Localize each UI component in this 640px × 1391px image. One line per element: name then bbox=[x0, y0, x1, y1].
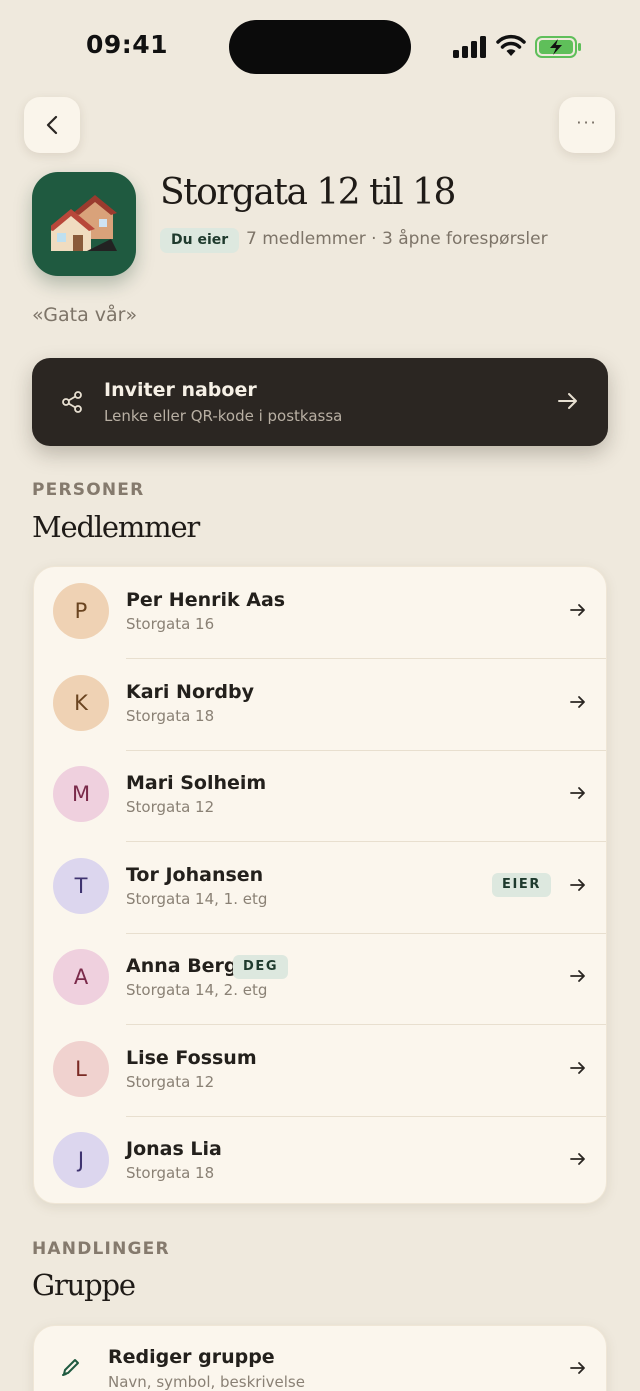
share-icon bbox=[62, 391, 82, 413]
members-title: Medlemmer bbox=[32, 510, 200, 544]
member-address: Storgata 12 bbox=[126, 798, 215, 816]
invite-title: Inviter naboer bbox=[104, 379, 257, 401]
arrow-right-icon bbox=[570, 1362, 585, 1374]
status-time: 09:41 bbox=[86, 30, 169, 59]
members-eyebrow: PERSONER bbox=[32, 480, 145, 500]
member-name: Tor Johansen bbox=[126, 864, 264, 886]
actions-eyebrow: HANDLINGER bbox=[32, 1239, 170, 1259]
status-bar: 09:41 bbox=[0, 0, 640, 95]
chevron-left-icon bbox=[46, 115, 58, 135]
avatar: L bbox=[53, 1041, 109, 1097]
actions-title: Gruppe bbox=[32, 1268, 136, 1302]
member-name: Anna Berg bbox=[126, 955, 238, 977]
member-address: Storgata 18 bbox=[126, 707, 215, 725]
action-subtitle: Navn, symbol, beskrivelse bbox=[108, 1373, 305, 1391]
avatar: J bbox=[53, 1132, 109, 1188]
houses-icon bbox=[51, 195, 117, 251]
member-address: Storgata 16 bbox=[126, 615, 215, 633]
avatar: A bbox=[53, 949, 109, 1005]
dynamic-island bbox=[229, 20, 411, 74]
member-row[interactable]: J Jonas Lia Storgata 18 bbox=[34, 1116, 606, 1203]
more-icon: ··· bbox=[576, 112, 598, 132]
member-address: Storgata 14, 1. etg bbox=[126, 890, 268, 908]
arrow-right-icon bbox=[570, 970, 585, 982]
you-badge: DEG bbox=[233, 955, 289, 979]
arrow-right-icon bbox=[558, 393, 577, 409]
wifi-icon bbox=[496, 34, 526, 56]
member-address: Storgata 12 bbox=[126, 1073, 215, 1091]
arrow-right-icon bbox=[570, 787, 585, 799]
group-symbol bbox=[32, 172, 136, 276]
action-title: Rediger gruppe bbox=[108, 1346, 275, 1368]
arrow-right-icon bbox=[570, 1062, 585, 1074]
pencil-icon bbox=[62, 1359, 79, 1376]
battery-charging-icon bbox=[535, 36, 581, 58]
member-row[interactable]: P Per Henrik Aas Storgata 16 bbox=[34, 567, 606, 659]
arrow-right-icon bbox=[570, 879, 585, 891]
arrow-right-icon bbox=[570, 604, 585, 616]
more-options-button[interactable]: ··· bbox=[559, 97, 615, 153]
avatar: T bbox=[53, 858, 109, 914]
member-name: Kari Nordby bbox=[126, 681, 254, 703]
member-name: Jonas Lia bbox=[126, 1138, 222, 1160]
member-name: Mari Solheim bbox=[126, 772, 267, 794]
members-list: P Per Henrik Aas Storgata 16 K Kari Nord… bbox=[33, 566, 607, 1204]
owner-role-badge: EIER bbox=[492, 873, 552, 897]
group-title: Storgata 12 til 18 bbox=[160, 172, 456, 213]
cellular-signal-icon bbox=[453, 36, 486, 58]
edit-group-button[interactable]: Rediger gruppe Navn, symbol, beskrivelse bbox=[33, 1325, 607, 1391]
member-row[interactable]: A Anna Berg Storgata 14, 2. etg DEG bbox=[34, 933, 606, 1025]
member-address: Storgata 14, 2. etg bbox=[126, 981, 268, 999]
arrow-right-icon bbox=[570, 1153, 585, 1165]
owner-badge: Du eier bbox=[160, 228, 240, 253]
arrow-right-icon bbox=[570, 696, 585, 708]
member-name: Lise Fossum bbox=[126, 1047, 257, 1069]
group-motto: «Gata vår» bbox=[32, 304, 138, 326]
avatar: K bbox=[53, 675, 109, 731]
invite-subtitle: Lenke eller QR-kode i postkassa bbox=[104, 407, 343, 425]
member-address: Storgata 18 bbox=[126, 1164, 215, 1182]
back-button[interactable] bbox=[24, 97, 80, 153]
group-meta: 7 medlemmer · 3 åpne forespørsler bbox=[246, 229, 548, 249]
member-row[interactable]: K Kari Nordby Storgata 18 bbox=[34, 659, 606, 751]
member-row[interactable]: T Tor Johansen Storgata 14, 1. etg EIER bbox=[34, 842, 606, 934]
member-row[interactable]: M Mari Solheim Storgata 12 bbox=[34, 750, 606, 842]
member-row[interactable]: L Lise Fossum Storgata 12 bbox=[34, 1025, 606, 1117]
member-name: Per Henrik Aas bbox=[126, 589, 286, 611]
avatar: P bbox=[53, 583, 109, 639]
invite-neighbors-button[interactable]: Inviter naboer Lenke eller QR-kode i pos… bbox=[32, 358, 608, 446]
avatar: M bbox=[53, 766, 109, 822]
